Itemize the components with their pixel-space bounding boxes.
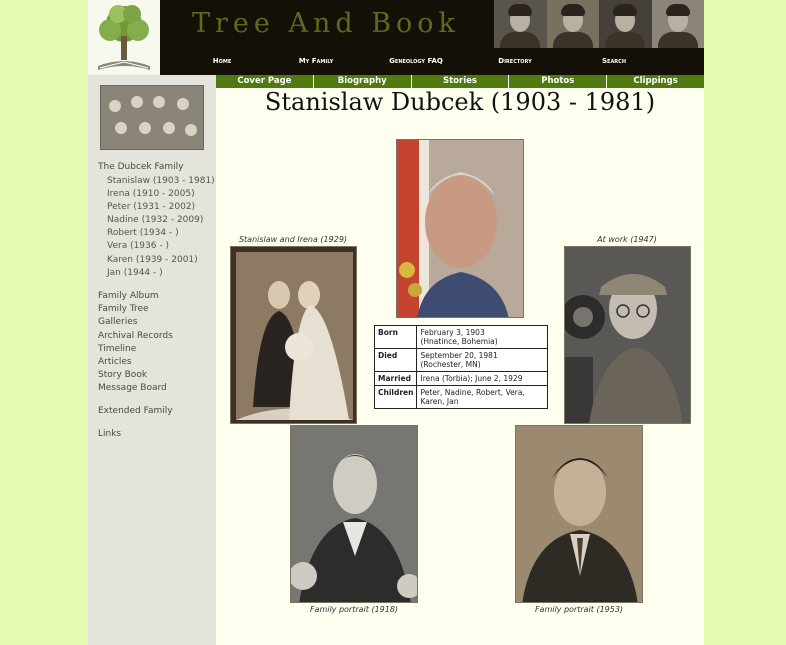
site-title: Tree And Book bbox=[192, 8, 460, 39]
info-value: Irena (Torbia); June 2, 1929 bbox=[416, 371, 548, 386]
sidebar-member[interactable]: Irena (1910 - 2005) bbox=[107, 189, 195, 199]
info-label: Died bbox=[373, 348, 418, 372]
sidebar-link[interactable]: Articles bbox=[98, 357, 132, 367]
sidebar-member[interactable]: Vera (1936 - ) bbox=[107, 241, 169, 251]
sidebar-member[interactable]: Peter (1931 - 2002) bbox=[107, 202, 195, 212]
nav-search[interactable]: Search bbox=[574, 57, 654, 65]
sidebar-extended-family[interactable]: Extended Family bbox=[98, 406, 173, 416]
wedding-photo[interactable] bbox=[230, 246, 357, 424]
main-portrait-photo[interactable] bbox=[396, 139, 524, 318]
sidebar-link[interactable]: Message Board bbox=[98, 383, 167, 393]
at-work-photo[interactable] bbox=[564, 246, 691, 424]
vital-records-table: Born February 3, 1903 (Hnatince, Bohemia… bbox=[373, 325, 548, 409]
sidebar-member[interactable]: Karen (1939 - 2001) bbox=[107, 255, 198, 265]
sidebar-member[interactable]: Robert (1934 - ) bbox=[107, 228, 179, 238]
sidebar-member[interactable]: Nadine (1932 - 2009) bbox=[107, 215, 203, 225]
sidebar-member[interactable]: Jan (1944 - ) bbox=[107, 268, 163, 278]
sidebar-link[interactable]: Archival Records bbox=[98, 331, 173, 341]
caption-work: At work (1947) bbox=[597, 235, 657, 244]
info-label: Born bbox=[373, 325, 418, 349]
portrait-man-1 bbox=[546, 0, 599, 48]
nav-directory[interactable]: Directory bbox=[456, 57, 574, 65]
top-navigation: Home My Family Geneology FAQ Directory S… bbox=[188, 57, 704, 65]
sidebar-link[interactable]: Family Tree bbox=[98, 304, 149, 314]
sidebar-family-heading[interactable]: The Dubcek Family bbox=[98, 162, 183, 172]
page-container: Tree And Book Home My Family Geneology F… bbox=[88, 0, 704, 645]
table-row: Married Irena (Torbia); June 2, 1929 bbox=[373, 371, 548, 386]
table-row: Born February 3, 1903 (Hnatince, Bohemia… bbox=[373, 325, 548, 349]
info-value: September 20, 1981 (Rochester, MN) bbox=[416, 348, 548, 372]
info-label: Married bbox=[373, 371, 418, 386]
portrait-woman-2 bbox=[651, 0, 704, 48]
info-value: February 3, 1903 (Hnatince, Bohemia) bbox=[416, 325, 548, 349]
sidebar-link[interactable]: Story Book bbox=[98, 370, 147, 380]
sidebar-links[interactable]: Links bbox=[98, 429, 121, 439]
nav-my-family[interactable]: My Family bbox=[256, 57, 376, 65]
site-header: Tree And Book Home My Family Geneology F… bbox=[88, 0, 704, 75]
nav-geneology-faq[interactable]: Geneology FAQ bbox=[376, 57, 456, 65]
sidebar-member[interactable]: Stanislaw (1903 - 1981) bbox=[107, 176, 215, 186]
family-group-photo[interactable] bbox=[100, 85, 204, 150]
portrait-man-2 bbox=[599, 0, 652, 48]
portrait-woman-1 bbox=[494, 0, 547, 48]
nav-home[interactable]: Home bbox=[188, 57, 256, 65]
sidebar-link[interactable]: Galleries bbox=[98, 317, 137, 327]
table-row: Died September 20, 1981 (Rochester, MN) bbox=[373, 348, 548, 372]
info-label: Children bbox=[373, 385, 418, 409]
tab-biography[interactable]: Biography bbox=[313, 75, 412, 88]
portrait-1953-photo[interactable] bbox=[515, 425, 643, 603]
content-tabs: Cover Page Biography Stories Photos Clip… bbox=[216, 75, 704, 88]
tab-clippings[interactable]: Clippings bbox=[607, 75, 704, 88]
table-row: Children Peter, Nadine, Robert, Vera, Ka… bbox=[373, 385, 548, 409]
tab-stories[interactable]: Stories bbox=[411, 75, 510, 88]
tree-logo-icon[interactable] bbox=[88, 0, 160, 75]
sidebar: The Dubcek Family Stanislaw (1903 - 1981… bbox=[88, 75, 216, 645]
sidebar-link[interactable]: Timeline bbox=[98, 344, 136, 354]
tab-cover-page[interactable]: Cover Page bbox=[216, 75, 314, 88]
caption-portrait-1953: Family portrait (1953) bbox=[534, 605, 624, 614]
info-value: Peter, Nadine, Robert, Vera, Karen, Jan bbox=[416, 385, 548, 409]
portrait-1918-photo[interactable] bbox=[290, 425, 418, 603]
tab-photos[interactable]: Photos bbox=[509, 75, 608, 88]
sidebar-link[interactable]: Family Album bbox=[98, 291, 159, 301]
page-title: Stanislaw Dubcek (1903 - 1981) bbox=[264, 88, 656, 116]
caption-portrait-1918: Family portrait (1918) bbox=[309, 605, 399, 614]
header-portraits bbox=[494, 0, 704, 48]
caption-wedding: Stanislaw and Irena (1929) bbox=[238, 235, 348, 244]
